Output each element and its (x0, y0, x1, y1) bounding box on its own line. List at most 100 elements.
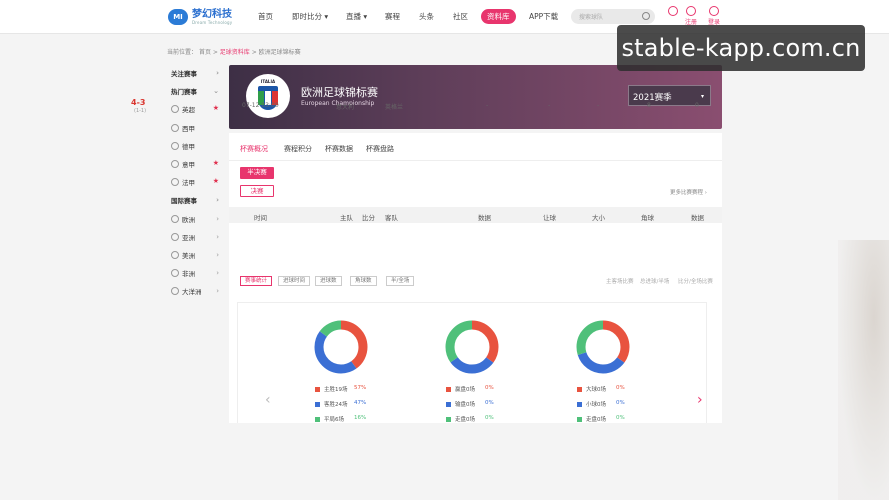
sidebar-item[interactable]: 欧洲 › (165, 210, 223, 228)
filter-goal-time[interactable]: 进球时间 (278, 276, 311, 286)
search-input[interactable]: 搜索球队 (571, 9, 655, 24)
away-team[interactable]: 英格兰 (385, 102, 403, 111)
sidebar-item[interactable]: 大洋洲 › (165, 282, 223, 300)
col-home: 主队 (340, 214, 353, 222)
nav-database[interactable]: 资料库 (481, 9, 516, 24)
donut-chart (314, 320, 368, 374)
col-score: 比分 (362, 214, 375, 222)
sidebar-item[interactable]: 法甲 ★ (165, 173, 223, 191)
sidebar-item[interactable]: 关注赛事 › (165, 64, 223, 82)
legend-swatch (446, 402, 451, 407)
nav-live-score[interactable]: 即时比分 ▾ (292, 11, 328, 22)
chevron-down-icon: ⌄ (213, 87, 219, 96)
competition-header: ITALIA 欧洲足球锦标赛 European Championship 202… (229, 65, 722, 129)
chevron-right-icon: › (216, 232, 219, 241)
stage-semifinal-button[interactable]: 半决赛 (240, 167, 274, 179)
logo-mark-icon: MI (168, 9, 188, 25)
sidebar: 关注赛事 › 热门赛事 ⌄ 英超 ★ 西甲 德甲 意甲 ★ 法甲 ★ 国际赛事 › 欧洲 › 亚洲 › 美洲 › 非洲 ›… (165, 64, 223, 300)
tab-schedule-standings[interactable]: 赛程积分 (284, 144, 312, 154)
tab-cup-data[interactable]: 杯赛数据 (325, 144, 353, 154)
sidebar-item[interactable]: 英超 ★ (165, 100, 223, 118)
legend-item: 大球0场 0% (577, 385, 625, 393)
match-handicap: - (548, 102, 551, 109)
col-time: 时间 (254, 214, 267, 222)
donut-chart (445, 320, 499, 374)
overview-card: 杯赛概况 赛程积分 杯赛数据 杯赛盘路 半决赛 决赛 更多比赛赛程 › 时间 主… (229, 133, 722, 273)
legend-label: 小球0场 (586, 402, 606, 408)
globe-icon (171, 269, 179, 278)
search-icon[interactable] (642, 12, 650, 20)
carousel-prev-icon[interactable]: ‹ (265, 392, 271, 408)
stats-label-total-goals: 总进球/半场 (640, 279, 670, 285)
star-icon[interactable]: ★ (213, 104, 219, 112)
legend-percent: 0% (616, 385, 625, 391)
breadcrumb-home[interactable]: 首页 (199, 49, 211, 56)
legend-label: 平局6场 (324, 417, 344, 423)
filter-goals[interactable]: 进球数 (315, 276, 342, 286)
legend-item: 输盘0场 0% (446, 400, 494, 408)
search-placeholder: 搜索球队 (579, 14, 604, 21)
sidebar-item-label: 法甲 (182, 179, 195, 188)
nav-community[interactable]: 社区 (453, 11, 468, 22)
nav-schedule[interactable]: 赛程 (385, 11, 400, 22)
stats-label-score: 比分/全场比赛 (678, 279, 713, 285)
nav-app-download[interactable]: APP下载 (529, 11, 558, 22)
match-corners: 8 (647, 102, 651, 109)
stats-card: 赛事统计 进球时间 进球数 角球数 半/全场 主客场比赛 总进球/半场 比分/全… (229, 268, 722, 423)
sidebar-item[interactable]: 美洲 › (165, 246, 223, 264)
tab-cup-overview[interactable]: 杯赛概况 (240, 144, 268, 154)
sidebar-item[interactable]: 德甲 (165, 137, 223, 155)
legend-percent: 0% (485, 400, 494, 406)
legend-label: 输盘0场 (455, 402, 475, 408)
sidebar-item[interactable]: 国际赛事 › (165, 191, 223, 209)
chevron-right-icon: › (216, 250, 219, 259)
legend-percent: 57% (354, 385, 367, 391)
sidebar-item-label: 热门赛事 (171, 88, 197, 97)
login-button[interactable]: 登录 (703, 6, 725, 26)
legend-swatch (446, 387, 451, 392)
sidebar-item-label: 美洲 (182, 251, 195, 260)
nav-live-stream[interactable]: 直播 ▾ (346, 11, 367, 22)
watermark-overlay: stable-kapp.com.cn (617, 25, 865, 71)
sidebar-item[interactable]: 西甲 (165, 119, 223, 137)
logo-name: 梦幻科技 (192, 8, 232, 20)
match-data2: 0 (695, 102, 699, 109)
legend-percent: 16% (354, 415, 367, 421)
filter-corners[interactable]: 角球数 (350, 276, 377, 286)
legend-item: 平局6场 16% (315, 415, 366, 423)
register-button[interactable]: 注册 (680, 6, 702, 26)
nav-headlines[interactable]: 头条 (419, 11, 434, 22)
legend-label: 走盘0场 (586, 417, 606, 423)
filter-half-full[interactable]: 半/全场 (386, 276, 415, 286)
star-icon[interactable]: ★ (213, 177, 219, 185)
globe-icon (171, 250, 179, 259)
legend-swatch (577, 387, 582, 392)
sidebar-item-label: 德甲 (182, 142, 195, 151)
carousel-next-icon[interactable]: › (697, 392, 703, 408)
site-logo[interactable]: MI 梦幻科技 Dream Technology (168, 8, 232, 26)
legend-percent: 47% (354, 400, 367, 406)
sidebar-item[interactable]: 非洲 › (165, 264, 223, 282)
sidebar-item[interactable]: 热门赛事 ⌄ (165, 82, 223, 100)
filter-match-stats[interactable]: 赛事统计 (240, 276, 273, 286)
sidebar-item[interactable]: 意甲 ★ (165, 155, 223, 173)
match-score[interactable]: 4-3 (131, 98, 145, 107)
breadcrumb-database[interactable]: 足球资料库 (220, 49, 250, 56)
tab-cup-handicap[interactable]: 杯赛盘路 (366, 144, 394, 154)
nav-home[interactable]: 首页 (258, 11, 273, 22)
legend-swatch (577, 417, 582, 422)
star-icon[interactable]: ★ (213, 159, 219, 167)
sidebar-item[interactable]: 亚洲 › (165, 228, 223, 246)
sidebar-item-label: 英超 (182, 106, 195, 115)
sidebar-item-label: 国际赛事 (171, 197, 197, 206)
legend-percent: 0% (485, 415, 494, 421)
more-schedule-link[interactable]: 更多比赛赛程 › (670, 188, 707, 196)
stage-final-button[interactable]: 决赛 (240, 185, 274, 197)
team-crest-icon: ITALIA (246, 74, 290, 118)
home-team[interactable]: 意大利 (336, 102, 354, 111)
logo-slogan: Dream Technology (192, 19, 233, 25)
chevron-right-icon: › (216, 214, 219, 223)
legend-swatch (315, 387, 320, 392)
league-logo-icon (171, 105, 179, 114)
legend-label: 客胜24场 (324, 402, 348, 408)
